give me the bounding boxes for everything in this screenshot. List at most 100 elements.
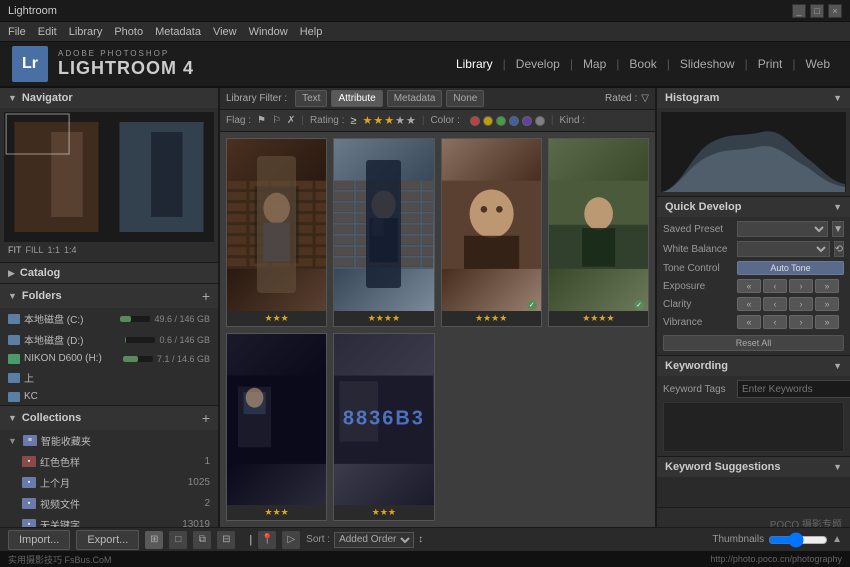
qd-wb-btn[interactable]: ⟲ [834, 241, 844, 257]
filter-metadata-btn[interactable]: Metadata [387, 90, 443, 107]
folder-item-u[interactable]: 上 [0, 367, 218, 388]
folder-item-d[interactable]: 本地磁盘 (D:) 0.6 / 146 GB [0, 329, 218, 350]
sort-select[interactable]: Added Order [334, 532, 414, 548]
qd-clarity-inc[interactable]: › [789, 297, 813, 311]
nav-fit[interactable]: FIT [8, 245, 22, 255]
sort-direction-icon[interactable]: ↕ [418, 534, 423, 545]
nav-1-1[interactable]: 1:1 [48, 245, 61, 255]
close-button[interactable]: × [828, 4, 842, 18]
menu-view[interactable]: View [213, 26, 237, 38]
compare-view-icon[interactable]: ⧉ [193, 531, 211, 549]
color-dot-blue[interactable] [509, 116, 519, 126]
photo-cell-4[interactable]: ★★★★ ✓ [548, 138, 649, 327]
star-1[interactable]: ★ [362, 114, 372, 127]
qd-vibrance-inc2[interactable]: » [815, 315, 839, 329]
histogram-header[interactable]: Histogram ▼ [657, 88, 850, 108]
star-2[interactable]: ★ [373, 114, 383, 127]
menu-help[interactable]: Help [300, 26, 323, 38]
catalog-header[interactable]: ▶ Catalog [0, 263, 218, 283]
qd-vibrance-inc[interactable]: › [789, 315, 813, 329]
collections-add-button[interactable]: + [202, 410, 210, 426]
qd-preset-btn[interactable]: ▼ [832, 221, 844, 237]
menu-window[interactable]: Window [249, 26, 288, 38]
module-map[interactable]: Map [575, 53, 614, 75]
collection-month[interactable]: ▪ 上个月 1025 [0, 472, 218, 493]
navigator-header[interactable]: ▼ Navigator [0, 88, 218, 108]
color-dot-red[interactable] [470, 116, 480, 126]
qd-exposure-inc[interactable]: › [789, 279, 813, 293]
filter-text-btn[interactable]: Text [295, 90, 327, 107]
thumbnails-slider[interactable] [768, 534, 828, 546]
thumbnails-expand-icon[interactable]: ▲ [832, 534, 842, 545]
slideshow-icon[interactable]: ▷ [282, 531, 300, 549]
filter-expand-icon[interactable]: ▽ [641, 93, 649, 104]
survey-view-icon[interactable]: ⊟ [217, 531, 235, 549]
menu-library[interactable]: Library [69, 26, 103, 38]
flag-all-icon[interactable]: ⚑ [257, 115, 266, 126]
collections-header[interactable]: ▼ Collections + [0, 406, 218, 430]
kw-tags-input[interactable] [737, 380, 850, 398]
qd-preset-select[interactable] [737, 221, 828, 237]
photo-cell-2[interactable]: ★★★★ [333, 138, 434, 327]
photo-cell-3[interactable]: ★★★★ ✓ [441, 138, 542, 327]
qd-wb-select[interactable] [737, 241, 830, 257]
folders-content: 本地磁盘 (C:) 49.6 / 146 GB 本地磁盘 (D:) 0.6 / … [0, 308, 218, 405]
nav-fill[interactable]: FILL [26, 245, 44, 255]
collection-smart[interactable]: ▼ ≡ 智能收藏夹 [0, 430, 218, 451]
qd-auto-tone-btn[interactable]: Auto Tone [737, 261, 844, 275]
qd-clarity-dec2[interactable]: « [737, 297, 761, 311]
menu-file[interactable]: File [8, 26, 26, 38]
color-dot-gray[interactable] [535, 116, 545, 126]
photo-cell-5[interactable]: ★★★ [226, 333, 327, 522]
qd-exposure-dec2[interactable]: « [737, 279, 761, 293]
export-button[interactable]: Export... [76, 530, 139, 550]
star-3[interactable]: ★ [384, 114, 394, 127]
module-web[interactable]: Web [798, 53, 838, 75]
grid-view-icon[interactable]: ⊞ [145, 531, 163, 549]
module-library[interactable]: Library [448, 53, 501, 75]
keywording-header[interactable]: Keywording ▼ [657, 356, 850, 376]
photo-cell-1[interactable]: ★★★ [226, 138, 327, 327]
qd-reset-btn[interactable]: Reset All [663, 335, 844, 351]
qd-exposure-dec[interactable]: ‹ [763, 279, 787, 293]
star-5[interactable]: ★ [406, 114, 416, 127]
import-button[interactable]: Import... [8, 530, 70, 550]
qd-clarity-dec[interactable]: ‹ [763, 297, 787, 311]
qd-exposure-inc2[interactable]: » [815, 279, 839, 293]
flag-rejected-icon[interactable]: ✗ [287, 115, 295, 126]
module-print[interactable]: Print [750, 53, 791, 75]
flag-picked-icon[interactable]: ⚐ [272, 115, 281, 126]
collection-nokw[interactable]: ▪ 无关键字 13019 [0, 514, 218, 527]
folder-item-kc[interactable]: KC [0, 388, 218, 405]
menu-edit[interactable]: Edit [38, 26, 57, 38]
module-develop[interactable]: Develop [508, 53, 568, 75]
maximize-button[interactable]: □ [810, 4, 824, 18]
filter-attribute-btn[interactable]: Attribute [331, 90, 382, 107]
map-pin-icon[interactable]: 📍 [258, 531, 276, 549]
folder-item-c[interactable]: 本地磁盘 (C:) 49.6 / 146 GB [0, 308, 218, 329]
folder-item-nikon[interactable]: NIKON D600 (H:) 7.1 / 14.6 GB [0, 350, 218, 367]
photo-cell-6[interactable]: 8836B3 ★★★ [333, 333, 434, 522]
collection-red[interactable]: ▪ 红色色样 1 [0, 451, 218, 472]
loupe-view-icon[interactable]: □ [169, 531, 187, 549]
star-4[interactable]: ★ [395, 114, 405, 127]
color-dot-yellow[interactable] [483, 116, 493, 126]
folders-add-button[interactable]: + [202, 288, 210, 304]
qd-clarity-inc2[interactable]: » [815, 297, 839, 311]
qd-vibrance-dec[interactable]: ‹ [763, 315, 787, 329]
menu-metadata[interactable]: Metadata [155, 26, 201, 38]
collection-video[interactable]: ▪ 视频文件 2 [0, 493, 218, 514]
color-dot-purple[interactable] [522, 116, 532, 126]
star-rating[interactable]: ★ ★ ★ ★ ★ [362, 114, 415, 127]
folders-header[interactable]: ▼ Folders + [0, 284, 218, 308]
kw-suggestions-header[interactable]: Keyword Suggestions ▼ [657, 457, 850, 477]
qd-vibrance-dec2[interactable]: « [737, 315, 761, 329]
filter-none-btn[interactable]: None [446, 90, 484, 107]
module-book[interactable]: Book [621, 53, 664, 75]
quick-develop-header[interactable]: Quick Develop ▼ [657, 197, 850, 217]
color-dot-green[interactable] [496, 116, 506, 126]
nav-1-4[interactable]: 1:4 [64, 245, 77, 255]
menu-photo[interactable]: Photo [114, 26, 143, 38]
minimize-button[interactable]: _ [792, 4, 806, 18]
module-slideshow[interactable]: Slideshow [672, 53, 743, 75]
